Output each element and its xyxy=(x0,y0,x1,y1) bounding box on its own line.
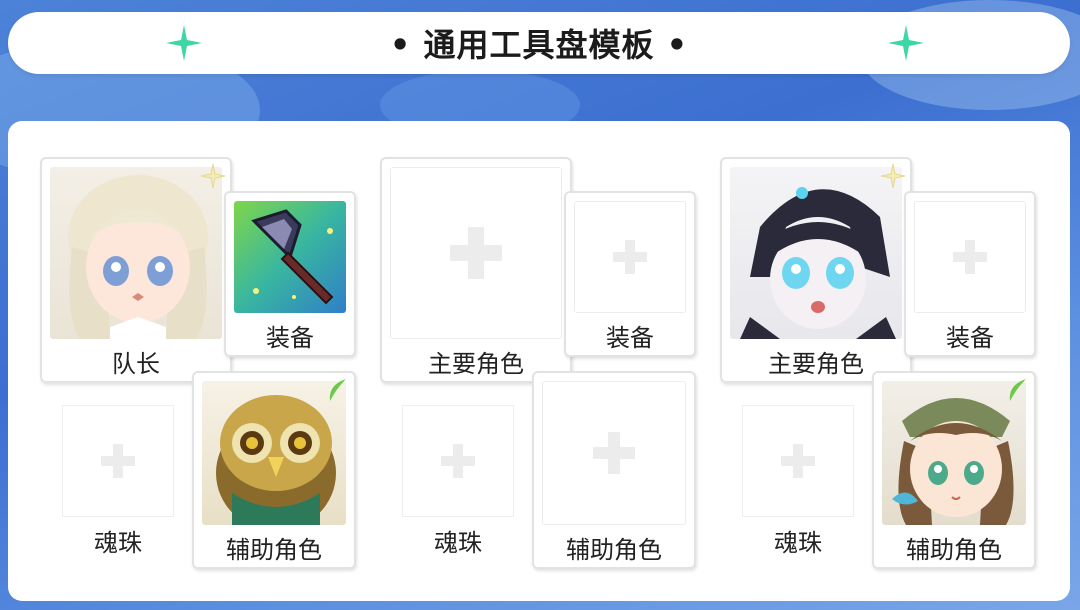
empty-slot-frame xyxy=(914,201,1026,313)
sparkle-icon xyxy=(888,25,924,65)
empty-slot-frame xyxy=(390,167,562,339)
slot-label: 辅助角色 xyxy=(226,536,322,564)
main-character-slot[interactable]: 主要角色 xyxy=(720,157,912,383)
wind-element-icon xyxy=(326,377,350,407)
empty-slot-frame xyxy=(402,405,514,517)
slot-label: 装备 xyxy=(606,324,654,352)
equipment-slot[interactable]: 装备 xyxy=(904,191,1036,357)
plus-icon xyxy=(953,240,987,274)
main-character-slot[interactable]: 主要角色 xyxy=(380,157,572,383)
empty-slot-frame xyxy=(62,405,174,517)
plus-icon xyxy=(441,444,475,478)
slot-label: 魂珠 xyxy=(94,529,142,557)
light-element-icon xyxy=(880,163,906,193)
plus-icon xyxy=(101,444,135,478)
equipment-slot[interactable]: 装备 xyxy=(224,191,356,357)
plus-icon xyxy=(781,444,815,478)
soul-orb-slot[interactable]: 魂珠 xyxy=(48,385,188,557)
page-title: • 通用工具盘模板 • xyxy=(389,26,689,64)
support-character-slot[interactable]: 辅助角色 xyxy=(532,371,696,569)
soul-orb-slot[interactable]: 魂珠 xyxy=(728,385,868,557)
plus-icon xyxy=(450,227,502,279)
slot-label: 魂珠 xyxy=(774,529,822,557)
soul-orb-slot[interactable]: 魂珠 xyxy=(388,385,528,557)
title-bar: • 通用工具盘模板 • xyxy=(8,12,1070,74)
owl-portrait xyxy=(202,381,346,525)
team-panel: 队长 装备 魂珠 辅助角色 主要角色 装备 魂珠 辅助角色 主要角色 装备 魂珠… xyxy=(8,121,1070,601)
sparkle-icon xyxy=(166,25,202,65)
hammer-weapon-icon xyxy=(234,201,346,313)
empty-slot-frame xyxy=(542,381,686,525)
empty-slot-frame xyxy=(742,405,854,517)
support-character-slot[interactable]: 辅助角色 xyxy=(872,371,1036,569)
girl-white-hair-portrait xyxy=(50,167,222,339)
support-character-slot[interactable]: 辅助角色 xyxy=(192,371,356,569)
slot-label: 辅助角色 xyxy=(906,536,1002,564)
plus-icon xyxy=(593,432,635,474)
robot-girl-portrait xyxy=(730,167,902,339)
brown-hair-girl-portrait xyxy=(882,381,1026,525)
slot-label: 辅助角色 xyxy=(566,536,662,564)
slot-label: 魂珠 xyxy=(434,529,482,557)
wind-element-icon xyxy=(1006,377,1030,407)
equipment-slot[interactable]: 装备 xyxy=(564,191,696,357)
plus-icon xyxy=(613,240,647,274)
main-character-slot[interactable]: 队长 xyxy=(40,157,232,383)
slot-label: 装备 xyxy=(266,324,314,352)
slot-label: 装备 xyxy=(946,324,994,352)
empty-slot-frame xyxy=(574,201,686,313)
light-element-icon xyxy=(200,163,226,193)
